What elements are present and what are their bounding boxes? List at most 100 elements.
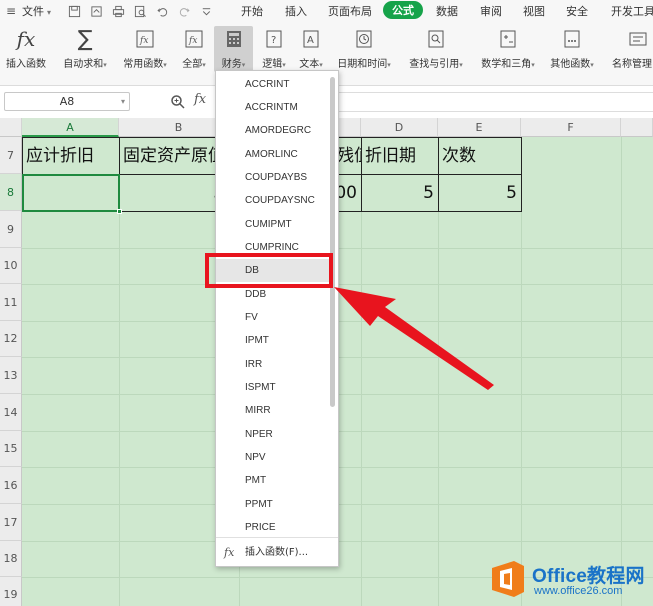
- financial-functions-button[interactable]: 财务▾: [214, 26, 253, 72]
- row-header-17[interactable]: 17: [0, 504, 22, 541]
- menu-item-npv[interactable]: NPV: [216, 446, 334, 469]
- brand-name: Office教程网: [532, 566, 645, 587]
- cell-d8[interactable]: 5: [361, 174, 439, 212]
- menu-item-coupdaysnc[interactable]: COUPDAYSNC: [216, 189, 334, 212]
- row-header-19[interactable]: 19: [0, 577, 22, 606]
- tab-data[interactable]: 数据: [436, 3, 458, 19]
- menu-item-fv[interactable]: FV: [216, 306, 334, 329]
- text-a-icon: A: [295, 26, 327, 52]
- highlight-box: [205, 253, 333, 288]
- datetime-functions-button[interactable]: 日期和时间▾: [333, 26, 395, 70]
- save-icon[interactable]: [68, 5, 81, 18]
- other-functions-button[interactable]: 其他函数▾: [545, 26, 599, 70]
- menu-item-accrint[interactable]: ACCRINT: [216, 73, 334, 96]
- row-header-14[interactable]: 14: [0, 394, 22, 431]
- formula-input[interactable]: [336, 92, 653, 112]
- svg-text:A: A: [307, 35, 314, 46]
- menu-item-cumipmt[interactable]: CUMIPMT: [216, 213, 334, 236]
- row-header-11[interactable]: 11: [0, 284, 22, 321]
- name-box[interactable]: A8 ▾: [4, 92, 130, 111]
- insert-function-button[interactable]: fx 插入函数: [4, 26, 48, 70]
- row-header-9[interactable]: 9: [0, 211, 22, 248]
- export-icon[interactable]: [90, 5, 103, 18]
- autosum-button[interactable]: ∑ 自动求和▾: [58, 26, 112, 71]
- dropdown-scrollbar[interactable]: [330, 77, 335, 407]
- chevron-down-icon: ▾: [163, 61, 167, 69]
- row-header-10[interactable]: 10: [0, 248, 22, 284]
- column-header-e[interactable]: E: [438, 118, 521, 137]
- menu-item-amorlinc[interactable]: AMORLINC: [216, 143, 334, 166]
- chevron-down-icon: ▾: [120, 97, 125, 106]
- math-icon: [476, 26, 540, 52]
- menu-item-pmt[interactable]: PMT: [216, 469, 334, 492]
- undo-icon[interactable]: [156, 5, 169, 18]
- math-functions-button[interactable]: 数学和三角▾: [476, 26, 540, 70]
- chevron-down-icon: ▾: [590, 61, 594, 69]
- column-header-d[interactable]: D: [361, 118, 438, 137]
- tab-formulas[interactable]: 公式: [383, 1, 423, 19]
- menu-item-ispmt[interactable]: ISPMT: [216, 376, 334, 399]
- file-menu[interactable]: 文件 ▾: [22, 3, 62, 19]
- fx-icon: fx: [16, 27, 36, 51]
- cell-d7[interactable]: 折旧期: [361, 137, 439, 175]
- cell-e7[interactable]: 次数: [438, 137, 522, 175]
- menu-item-nper[interactable]: NPER: [216, 423, 334, 446]
- chevron-down-icon: ▾: [241, 61, 246, 69]
- select-all-corner[interactable]: [0, 118, 22, 137]
- menu-item-irr[interactable]: IRR: [216, 353, 334, 376]
- tab-security[interactable]: 安全: [566, 3, 588, 19]
- row-header-18[interactable]: 18: [0, 541, 22, 577]
- tab-view[interactable]: 视图: [523, 3, 545, 19]
- name-tag-icon: [612, 26, 653, 52]
- row-header-15[interactable]: 15: [0, 431, 22, 467]
- all-functions-button[interactable]: fx 全部▾: [178, 26, 210, 70]
- print-preview-icon[interactable]: [134, 5, 147, 18]
- row-header-13[interactable]: 13: [0, 357, 22, 394]
- row-header-8[interactable]: 8: [0, 174, 22, 211]
- tab-start[interactable]: 开始: [241, 3, 263, 19]
- divider: [216, 537, 338, 538]
- row-header-12[interactable]: 12: [0, 321, 22, 357]
- common-functions-button[interactable]: fx 常用函数▾: [119, 26, 171, 70]
- chevron-down-icon: ▾: [202, 61, 206, 69]
- row-header-7[interactable]: 7: [0, 137, 22, 174]
- column-header-f[interactable]: F: [521, 118, 621, 137]
- menu-item-ipmt[interactable]: IPMT: [216, 329, 334, 352]
- cell-a7[interactable]: 应计折旧: [22, 137, 120, 175]
- logical-functions-button[interactable]: ? 逻辑▾: [258, 26, 290, 70]
- name-manager-button[interactable]: 名称管理: [612, 26, 653, 70]
- zoom-icon[interactable]: [170, 94, 186, 114]
- tab-insert[interactable]: 插入: [285, 3, 307, 19]
- insert-function-menu-item[interactable]: fx 插入函数(F)...: [216, 543, 338, 563]
- print-icon[interactable]: [112, 5, 125, 18]
- tab-developer[interactable]: 开发工具: [611, 3, 653, 19]
- customize-icon[interactable]: [200, 5, 213, 18]
- calculator-icon: [214, 26, 253, 52]
- menu-item-mirr[interactable]: MIRR: [216, 399, 334, 422]
- chevron-down-icon: ▾: [319, 61, 323, 69]
- tab-page-layout[interactable]: 页面布局: [328, 3, 372, 19]
- menu-item-price[interactable]: PRICE: [216, 516, 334, 539]
- question-book-icon: ?: [258, 26, 290, 52]
- fx-icon[interactable]: fx: [194, 92, 206, 107]
- lookup-functions-button[interactable]: 查找与引用▾: [404, 26, 468, 70]
- menu-item-accrintm[interactable]: ACCRINTM: [216, 96, 334, 119]
- function-list-icon: fx: [178, 26, 210, 52]
- brand-watermark: Office教程网 www.office26.com: [488, 556, 653, 606]
- financial-functions-dropdown: ACCRINT ACCRINTM AMORDEGRC AMORLINC COUP…: [215, 70, 339, 567]
- hamburger-icon[interactable]: ≡: [0, 4, 22, 18]
- active-cell-selection[interactable]: [22, 174, 122, 214]
- menu-item-amordegrc[interactable]: AMORDEGRC: [216, 119, 334, 142]
- text-functions-button[interactable]: A 文本▾: [295, 26, 327, 70]
- cell-e8[interactable]: 5: [438, 174, 522, 212]
- row-header-16[interactable]: 16: [0, 467, 22, 504]
- fx-icon: fx: [224, 546, 235, 559]
- chevron-down-icon: ▾: [47, 8, 52, 17]
- column-header-g[interactable]: [621, 118, 653, 137]
- column-header-a[interactable]: A: [22, 118, 119, 137]
- tab-review[interactable]: 审阅: [480, 3, 502, 19]
- redo-icon[interactable]: [178, 5, 191, 18]
- menu-item-ppmt[interactable]: PPMT: [216, 493, 334, 516]
- menu-item-coupdaybs[interactable]: COUPDAYBS: [216, 166, 334, 189]
- fill-handle[interactable]: [117, 209, 122, 214]
